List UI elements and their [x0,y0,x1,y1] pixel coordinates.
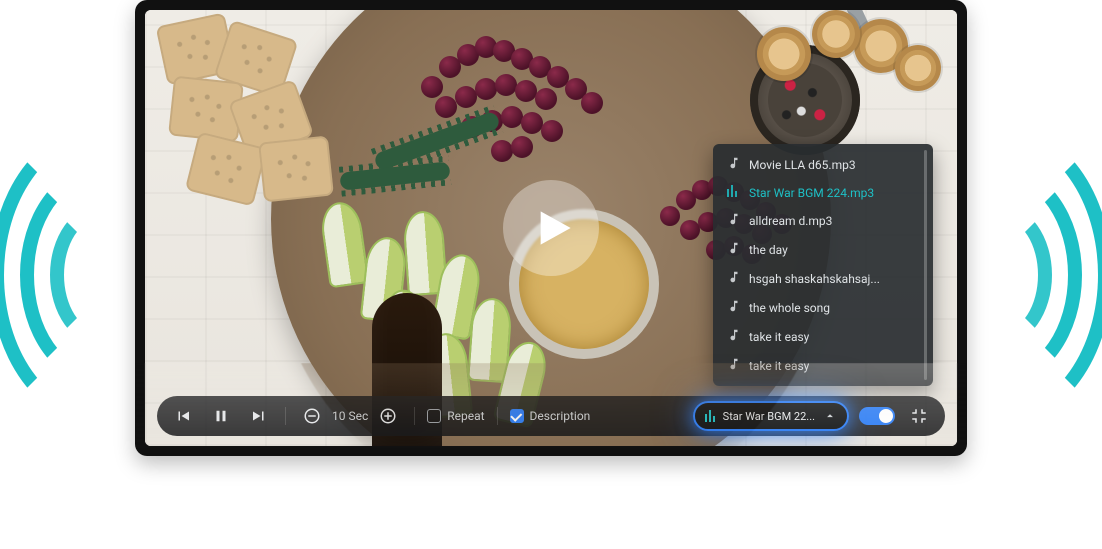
sound-wave-right [952,125,1102,425]
device-reflection: 10 Sec Repeat Description Star War BGM 2… [135,363,967,456]
music-note-icon [727,299,741,316]
playlist-item[interactable]: take it easy [713,322,933,351]
playlist-item-label: Star War BGM 224.mp3 [749,186,874,200]
playlist-item-label: the whole song [749,301,830,315]
playlist-item[interactable]: Movie LLA d65.mp3 [713,150,933,179]
playlist-item-label: take it easy [749,330,809,344]
music-note-icon [727,270,741,287]
playlist-item[interactable]: the whole song [713,293,933,322]
sound-wave-left [0,125,150,425]
playlist-item-label: hsgah shaskahskahsaj... [749,272,880,286]
music-note-icon [727,241,741,258]
playlist-item-label: alldream d.mp3 [749,214,832,228]
playlist-item[interactable]: alldream d.mp3 [713,206,933,235]
playlist-item-label: the day [749,243,788,257]
playlist-item[interactable]: Star War BGM 224.mp3 [713,179,933,206]
playlist-item[interactable]: the day [713,235,933,264]
music-note-icon [727,328,741,345]
playlist-item-label: Movie LLA d65.mp3 [749,158,856,172]
play-icon [534,204,574,252]
playlist-popup: Movie LLA d65.mp3 Star War BGM 224.mp3 all… [713,144,933,386]
music-note-icon [727,156,741,173]
equalizer-icon [727,185,741,200]
playlist-item[interactable]: hsgah shaskahskahsaj... [713,264,933,293]
music-note-icon [727,212,741,229]
play-button[interactable] [503,180,599,276]
